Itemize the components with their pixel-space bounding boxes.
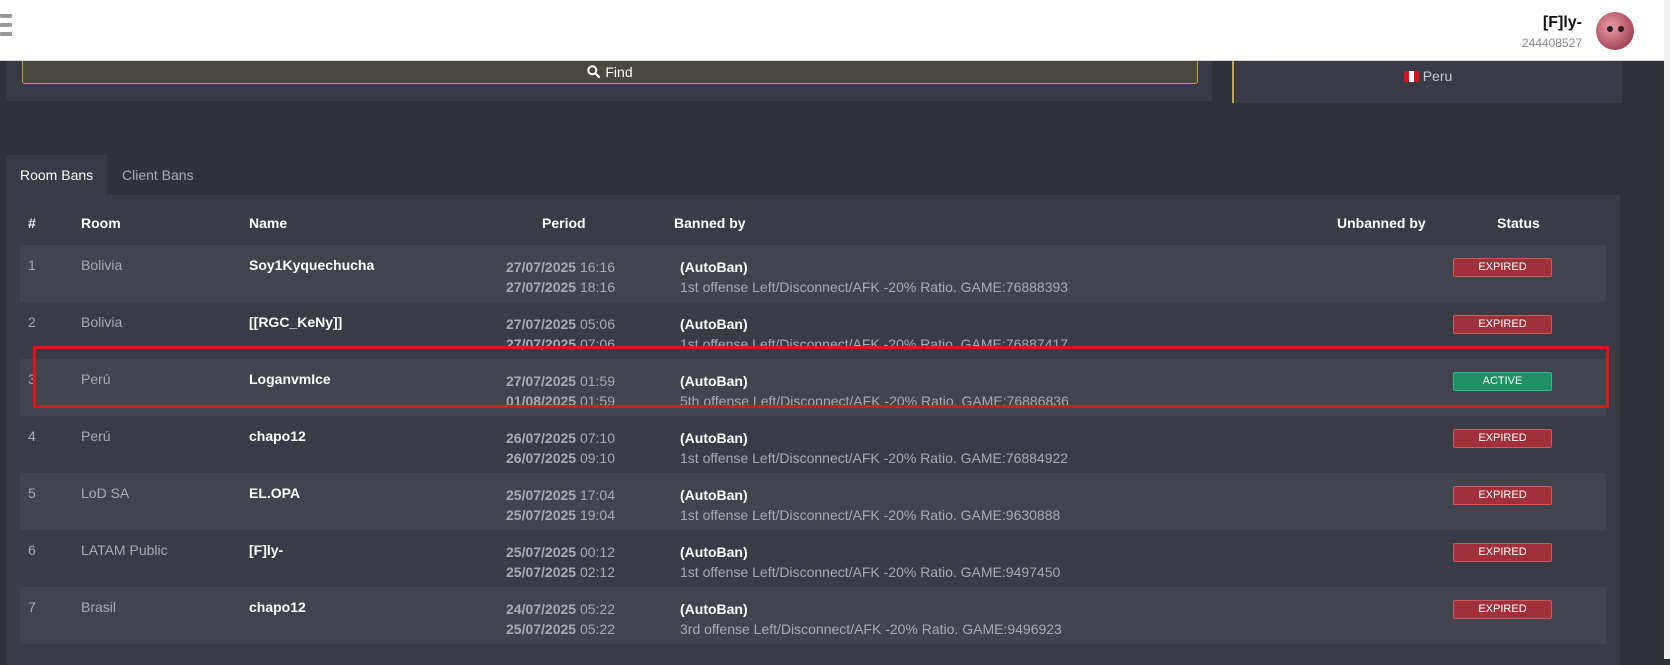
col-name: Name	[249, 215, 288, 231]
start-date: 27/07/2025	[506, 316, 577, 332]
status-badge: EXPIRED	[1453, 258, 1552, 277]
start-date: 27/07/2025	[506, 259, 577, 275]
start-time: 07:10	[579, 430, 616, 446]
table-header: # Room Name Period Banned by Unbanned by…	[6, 215, 1620, 235]
window-edge	[1664, 0, 1670, 659]
ban-reason: 1st offense Left/Disconnect/AFK -20% Rat…	[680, 450, 1069, 466]
start-time: 05:22	[579, 601, 616, 617]
start-time: 00:12	[579, 544, 616, 560]
tab-room-bans[interactable]: Room Bans	[6, 155, 108, 195]
row-banned-by: (AutoBan) 1st offense Left/Disconnect/AFK…	[680, 428, 1068, 468]
avatar[interactable]	[1596, 12, 1634, 50]
row-room: Brasil	[81, 599, 117, 615]
row-number: 5	[28, 485, 36, 501]
start-time: 17:04	[579, 487, 616, 503]
row-number: 2	[28, 314, 36, 330]
user-id: 244408527	[1521, 36, 1582, 50]
banned-by-name: (AutoBan)	[680, 259, 748, 275]
status-badge: EXPIRED	[1453, 429, 1552, 448]
highlight-box	[33, 346, 1609, 408]
ban-reason: 1st offense Left/Disconnect/AFK -20% Rat…	[680, 507, 1061, 523]
status-badge: EXPIRED	[1453, 543, 1552, 562]
end-time: 19:04	[579, 507, 616, 523]
row-room: LATAM Public	[81, 542, 168, 558]
row-number: 4	[28, 428, 36, 444]
start-time: 05:06	[579, 316, 616, 332]
end-date: 25/07/2025	[506, 621, 577, 637]
end-date: 27/07/2025	[506, 279, 577, 295]
row-room: Bolivia	[81, 314, 123, 330]
row-period: 24/07/2025 05:22 25/07/2025 05:22	[506, 599, 615, 639]
row-period: 26/07/2025 07:10 26/07/2025 09:10	[506, 428, 615, 468]
row-room: Perú	[81, 428, 111, 444]
banned-by-name: (AutoBan)	[680, 601, 748, 617]
row-name[interactable]: [F]ly-	[249, 542, 283, 558]
row-number: 7	[28, 599, 36, 615]
status-badge: EXPIRED	[1453, 600, 1552, 619]
row-banned-by: (AutoBan) 3rd offense Left/Disconnect/AFK…	[680, 599, 1062, 639]
start-time: 16:16	[579, 259, 616, 275]
ban-reason: 1st offense Left/Disconnect/AFK -20% Rat…	[680, 279, 1069, 295]
banned-by-name: (AutoBan)	[680, 544, 748, 560]
row-period: 25/07/2025 17:04 25/07/2025 19:04	[506, 485, 615, 525]
row-name[interactable]: chapo12	[249, 428, 306, 444]
row-room: LoD SA	[81, 485, 130, 501]
status-badge: EXPIRED	[1453, 315, 1552, 334]
country-label: Peru	[1422, 68, 1453, 84]
start-date: 24/07/2025	[506, 601, 577, 617]
tab-client-bans[interactable]: Client Bans	[108, 155, 208, 195]
banned-by-name: (AutoBan)	[680, 316, 748, 332]
col-period: Period	[542, 215, 586, 231]
start-date: 25/07/2025	[506, 544, 577, 560]
row-banned-by: (AutoBan) 1st offense Left/Disconnect/AFK…	[680, 257, 1068, 297]
banned-by-name: (AutoBan)	[680, 487, 748, 503]
row-banned-by: (AutoBan) 1st offense Left/Disconnect/AFK…	[680, 542, 1060, 582]
col-unbanned-by: Unbanned by	[1337, 215, 1426, 231]
status-badge: EXPIRED	[1453, 486, 1552, 505]
start-date: 26/07/2025	[506, 430, 577, 446]
row-name[interactable]: Soy1Kyquechucha	[249, 257, 374, 273]
start-date: 25/07/2025	[506, 487, 577, 503]
col-banned-by: Banned by	[674, 215, 746, 231]
row-number: 6	[28, 542, 36, 558]
col-num: #	[28, 215, 36, 231]
row-number: 1	[28, 257, 36, 273]
country-panel: Peru	[1232, 60, 1622, 103]
row-period: 25/07/2025 00:12 25/07/2025 02:12	[506, 542, 615, 582]
banned-by-name: (AutoBan)	[680, 430, 748, 446]
table-row[interactable]: 7 Brasil chapo12 24/07/2025 05:22 25/07/2…	[20, 587, 1606, 644]
hamburger-menu-icon[interactable]	[0, 14, 12, 42]
table-row[interactable]: 4 Perú chapo12 26/07/2025 07:10 26/07/202…	[20, 416, 1606, 473]
row-banned-by: (AutoBan) 1st offense Left/Disconnect/AFK…	[680, 485, 1060, 525]
row-name[interactable]: chapo12	[249, 599, 306, 615]
user-name[interactable]: [F]ly-	[1543, 14, 1582, 32]
country-filter[interactable]: Peru	[1234, 68, 1622, 84]
end-time: 18:16	[579, 279, 616, 295]
end-time: 09:10	[579, 450, 616, 466]
col-status: Status	[1497, 215, 1540, 231]
end-time: 05:22	[579, 621, 616, 637]
row-name[interactable]: EL.OPA	[249, 485, 300, 501]
table-row[interactable]: 6 LATAM Public [F]ly- 25/07/2025 00:12 25…	[20, 530, 1606, 587]
row-name[interactable]: [[RGC_KeNy]]	[249, 314, 342, 330]
ban-reason: 3rd offense Left/Disconnect/AFK -20% Rat…	[680, 621, 1062, 637]
top-bar: [F]ly- 244408527	[0, 0, 1664, 61]
search-icon	[587, 65, 601, 78]
ban-reason: 1st offense Left/Disconnect/AFK -20% Rat…	[680, 564, 1061, 580]
peru-flag-icon	[1403, 71, 1419, 82]
row-room: Bolivia	[81, 257, 123, 273]
end-time: 02:12	[579, 564, 616, 580]
search-panel: Find	[6, 60, 1212, 101]
end-date: 25/07/2025	[506, 507, 577, 523]
end-date: 25/07/2025	[506, 564, 577, 580]
col-room: Room	[81, 215, 121, 231]
row-period: 27/07/2025 16:16 27/07/2025 18:16	[506, 257, 615, 297]
room-bans-table: # Room Name Period Banned by Unbanned by…	[6, 195, 1620, 665]
table-row[interactable]: 1 Bolivia Soy1Kyquechucha 27/07/2025 16:…	[20, 245, 1606, 302]
find-label: Find	[605, 63, 633, 80]
table-row[interactable]: 5 LoD SA EL.OPA 25/07/2025 17:04 25/07/20…	[20, 473, 1606, 530]
end-date: 26/07/2025	[506, 450, 577, 466]
find-button[interactable]: Find	[22, 60, 1198, 84]
